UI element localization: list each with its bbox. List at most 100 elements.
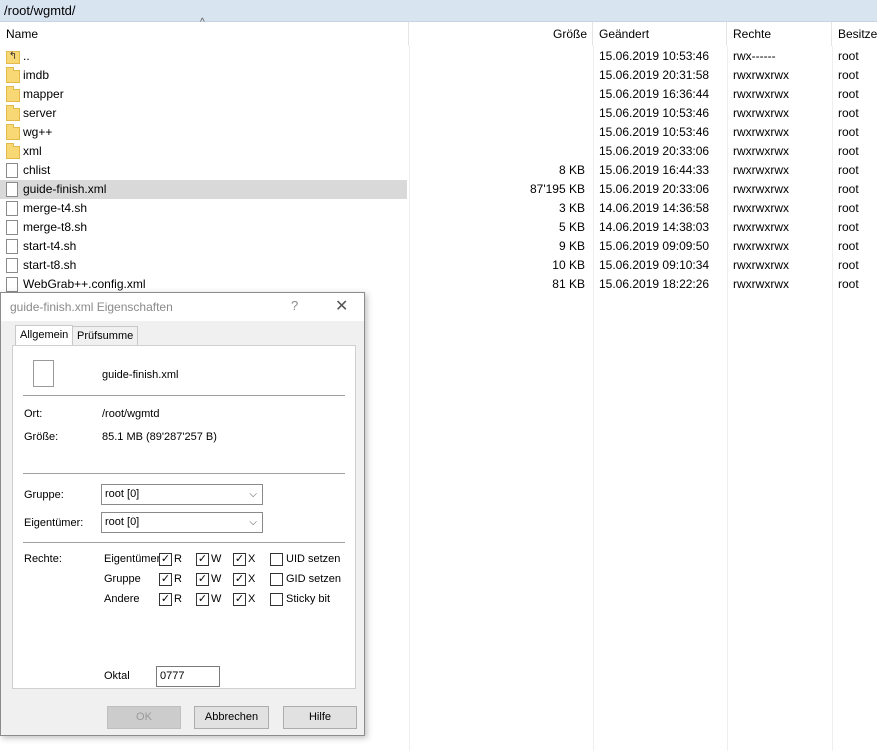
file-size: 5 KB (558, 220, 585, 234)
octal-input[interactable]: 0777 (156, 666, 220, 687)
perm-checkbox[interactable]: ✓ (159, 593, 172, 606)
file-modified: 15.06.2019 16:44:33 (599, 163, 710, 177)
file-row[interactable]: start-t4.sh 9 KB 15.06.2019 09:09:50 rwxrwx… (0, 237, 877, 256)
divider (23, 473, 345, 474)
dialog-titlebar[interactable]: guide-finish.xml Eigenschaften ? ✕ (1, 293, 364, 321)
perm-row-label: Eigentümer (104, 553, 161, 565)
divider (23, 395, 345, 396)
file-icon (6, 239, 18, 254)
file-name: start-t4.sh (23, 239, 77, 253)
perm-checkbox[interactable]: ✓ (233, 553, 246, 566)
file-modified: 15.06.2019 18:22:26 (599, 277, 710, 291)
file-perms: rwxrwxrwx (733, 220, 789, 234)
special-label: Sticky bit (286, 593, 331, 605)
file-modified: 14.06.2019 14:38:03 (599, 220, 710, 234)
file-name: server (23, 106, 57, 120)
perm-checkbox[interactable]: ✓ (159, 553, 172, 566)
file-modified: 15.06.2019 16:36:44 (599, 87, 710, 101)
cancel-button[interactable]: Abbrechen (194, 706, 269, 729)
perm-checkbox[interactable]: ✓ (196, 553, 209, 566)
divider (23, 542, 345, 543)
file-modified: 15.06.2019 10:53:46 (599, 106, 710, 120)
file-modified: 15.06.2019 20:33:06 (599, 182, 710, 196)
help-icon[interactable]: ? (291, 298, 298, 313)
tab-general[interactable]: Allgemein (15, 325, 74, 346)
octal-label: Oktal (104, 670, 130, 682)
group-select[interactable]: root [0] ⌵ (101, 484, 263, 505)
file-row[interactable]: wg++ 15.06.2019 10:53:46 rwxrwxrwx root (0, 123, 877, 142)
owner-select-value: root [0] (105, 516, 140, 528)
file-owner: root (838, 220, 859, 234)
file-row[interactable]: merge-t4.sh 3 KB 14.06.2019 14:36:58 rwxrwx… (0, 199, 877, 218)
group-select-value: root [0] (105, 488, 140, 500)
folder-icon (6, 105, 20, 121)
perm-checkbox[interactable]: ✓ (233, 573, 246, 586)
folder-icon (6, 86, 20, 102)
file-size: 10 KB (552, 258, 585, 272)
file-perms: rwxrwxrwx (733, 258, 789, 272)
perm-letter: W (211, 573, 222, 585)
file-row[interactable]: server 15.06.2019 10:53:46 rwxrwxrwx root (0, 104, 877, 123)
file-row[interactable]: ↰.. 15.06.2019 10:53:46 rwx------ root (0, 47, 877, 66)
file-owner: root (838, 125, 859, 139)
file-owner: root (838, 277, 859, 291)
perm-checkbox[interactable]: ✓ (233, 593, 246, 606)
file-perms: rwxrwxrwx (733, 277, 789, 291)
file-row[interactable]: start-t8.sh 10 KB 15.06.2019 09:10:34 rwxrw… (0, 256, 877, 275)
special-checkbox[interactable] (270, 573, 283, 586)
column-owner[interactable]: Besitzer (832, 22, 877, 46)
special-checkbox[interactable] (270, 553, 283, 566)
file-owner: root (838, 49, 859, 63)
help-button[interactable]: Hilfe (283, 706, 357, 729)
file-row[interactable]: imdb 15.06.2019 20:31:58 rwxrwxrwx root (0, 66, 877, 85)
column-size[interactable]: Größe (409, 22, 593, 46)
special-checkbox[interactable] (270, 593, 283, 606)
perm-letter: X (248, 593, 256, 605)
file-size: 9 KB (558, 239, 585, 253)
perm-letter: R (174, 593, 182, 605)
file-owner: root (838, 68, 859, 82)
file-perms: rwxrwxrwx (733, 201, 789, 215)
file-modified: 15.06.2019 09:10:34 (599, 258, 710, 272)
file-modified: 14.06.2019 14:36:58 (599, 201, 710, 215)
file-modified: 15.06.2019 20:31:58 (599, 68, 710, 82)
file-name: imdb (23, 68, 50, 82)
file-row[interactable]: mapper 15.06.2019 16:36:44 rwxrwxrwx root (0, 85, 877, 104)
file-row[interactable]: xml 15.06.2019 20:33:06 rwxrwxrwx root (0, 142, 877, 161)
special-label: GID setzen (286, 573, 342, 585)
file-name: start-t8.sh (23, 258, 77, 272)
owner-select[interactable]: root [0] ⌵ (101, 512, 263, 533)
path-bar[interactable]: /root/wgmtd/ (0, 0, 877, 22)
file-row[interactable]: guide-finish.xml 87'195 KB 15.06.2019 20:3… (0, 180, 877, 199)
perm-row-label: Gruppe (104, 573, 141, 585)
close-icon[interactable]: ✕ (335, 296, 348, 316)
file-name: mapper (23, 87, 64, 101)
file-size: 3 KB (558, 201, 585, 215)
perm-checkbox[interactable]: ✓ (159, 573, 172, 586)
perm-checkbox[interactable]: ✓ (196, 573, 209, 586)
perm-row-label: Andere (104, 593, 140, 605)
perm-letter: W (211, 553, 222, 565)
perm-letter: R (174, 553, 182, 565)
file-perms: rwxrwxrwx (733, 68, 789, 82)
file-row[interactable]: merge-t8.sh 5 KB 14.06.2019 14:38:03 rwxrwx… (0, 218, 877, 237)
ok-button[interactable]: OK (107, 706, 181, 729)
file-size: 8 KB (558, 163, 585, 177)
perm-checkbox[interactable]: ✓ (196, 593, 209, 606)
properties-dialog: guide-finish.xml Eigenschaften ? ✕ Allge… (0, 292, 365, 736)
file-perms: rwxrwxrwx (733, 125, 789, 139)
tab-checksum[interactable]: Prüfsumme (72, 326, 139, 346)
location-value: /root/wgmtd (102, 408, 160, 420)
file-row[interactable]: chlist 8 KB 15.06.2019 16:44:33 rwxrwxrwx ro… (0, 161, 877, 180)
sort-ascending-icon: ^ (200, 17, 205, 28)
file-modified: 15.06.2019 10:53:46 (599, 125, 710, 139)
file-name: merge-t8.sh (23, 220, 88, 234)
file-name: chlist (23, 163, 51, 177)
file-icon (33, 360, 54, 387)
file-name: wg++ (23, 125, 53, 139)
column-modified[interactable]: Geändert (593, 22, 727, 46)
file-owner: root (838, 144, 859, 158)
column-perms[interactable]: Rechte (727, 22, 832, 46)
file-modified: 15.06.2019 09:09:50 (599, 239, 710, 253)
file-icon (6, 220, 18, 235)
